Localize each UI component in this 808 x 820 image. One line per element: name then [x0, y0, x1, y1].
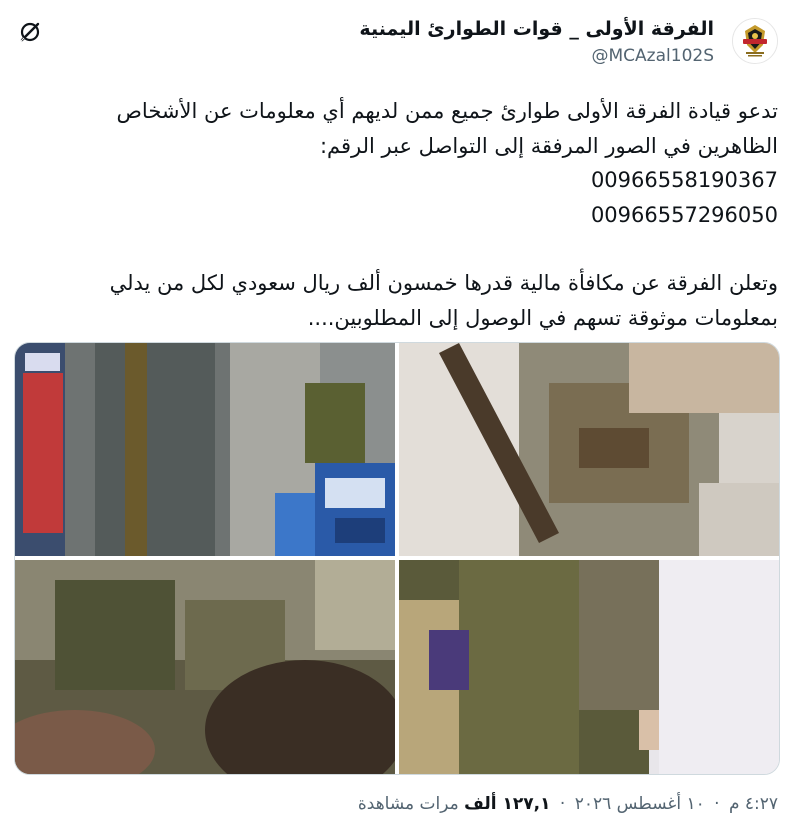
photo-3-image: [15, 560, 395, 774]
photo-2-image: [399, 343, 779, 556]
tweet-date[interactable]: ١٠ أغسطس ٢٠٢٦: [575, 794, 705, 814]
media-photo-2[interactable]: [399, 343, 779, 556]
grok-button[interactable]: [16, 18, 44, 46]
views-count: ١٢٧,١ ألف: [464, 794, 551, 814]
avatar[interactable]: [732, 18, 778, 64]
media-photo-3[interactable]: [15, 560, 395, 774]
tweet-meta: ٤:٢٧ م · ١٠ أغسطس ٢٠٢٦ · ١٢٧,١ ألف مرات …: [358, 794, 778, 814]
meta-separator: ·: [714, 794, 720, 814]
grok-slash-icon: [19, 22, 40, 43]
unit-emblem-avatar: [733, 19, 777, 63]
display-name[interactable]: الفرقة الأولى _ قوات الطوارئ اليمنية: [359, 16, 714, 42]
tweet-text-line: الظاهرين في الصور المرفقة إلى التواصل عب…: [319, 133, 778, 158]
views-label: مرات مشاهدة: [357, 794, 459, 814]
tweet-text-line: وتعلن الفرقة عن مكافأة مالية قدرها خمسون…: [109, 271, 778, 295]
user-handle[interactable]: @MCAzal102S: [359, 44, 714, 68]
phone-number[interactable]: 00966558190367: [18, 163, 778, 198]
photo-1-image: [15, 343, 395, 556]
phone-number[interactable]: 00966557296050: [18, 198, 778, 233]
photo-4-image: [399, 560, 779, 774]
meta-separator: ·: [559, 794, 566, 814]
media-photo-1[interactable]: [15, 343, 395, 556]
tweet-header: الفرقة الأولى _ قوات الطوارئ اليمنية @MC…: [14, 14, 778, 74]
tweet-text-line: بمعلومات موثوقة تسهم في الوصول إلى المطل…: [307, 305, 778, 330]
tweet-time[interactable]: ٤:٢٧ م: [729, 794, 778, 814]
tweet-card: الفرقة الأولى _ قوات الطوارئ اليمنية @MC…: [0, 0, 808, 820]
media-photo-4[interactable]: [399, 560, 779, 774]
tweet-text-line: تدعو قيادة الفرقة الأولى طوارئ جميع ممن …: [116, 99, 778, 123]
author-names[interactable]: الفرقة الأولى _ قوات الطوارئ اليمنية @MC…: [359, 16, 714, 68]
tweet-text: تدعو قيادة الفرقة الأولى طوارئ جميع ممن …: [18, 94, 778, 335]
media-grid: [14, 342, 780, 775]
